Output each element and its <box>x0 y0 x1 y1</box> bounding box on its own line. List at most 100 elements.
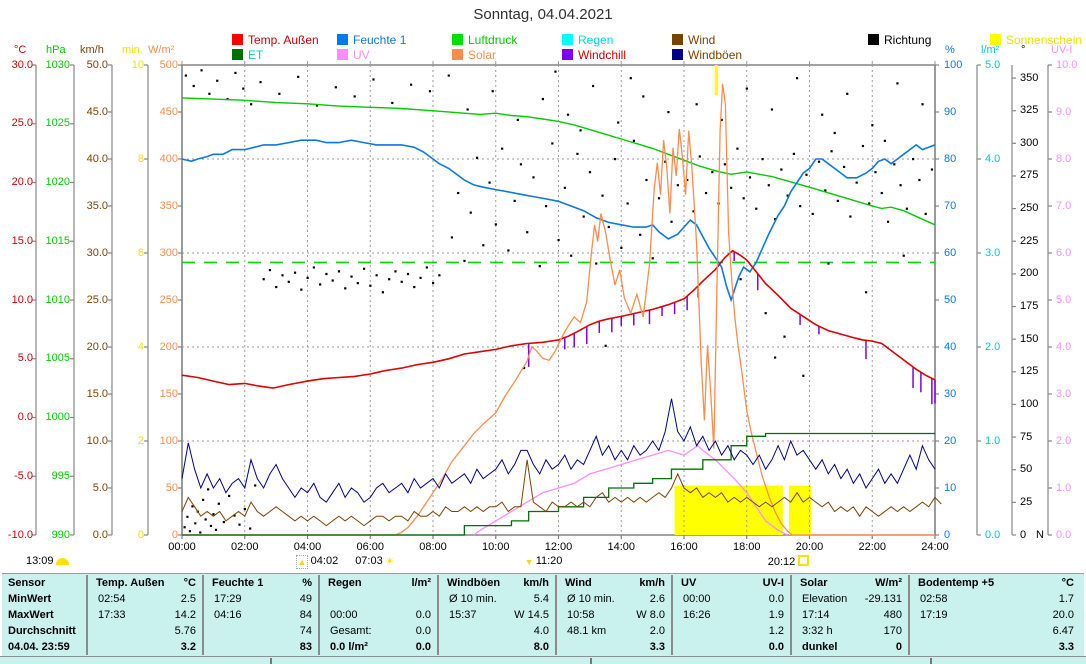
table-cell-value: 1.9 <box>769 608 784 622</box>
day-marker-time: 04:02 <box>311 555 339 567</box>
table-cell-value: -29.131 <box>865 592 902 606</box>
daylight-icon <box>56 558 69 565</box>
day-marker-time: 13:09 <box>26 555 54 567</box>
table-cell-label: Gesamt: <box>330 624 372 638</box>
day-markers-layer: 13:09 ▲ 04:02 07:03 ☀ ▼ 11:20 20:12 <box>0 0 1086 664</box>
table-group-uv: UV UV-I 00:00 0.0 16:26 1.9 1.2 0.0 <box>675 574 792 656</box>
table-cell-value: 0.0 <box>416 608 431 622</box>
table-cell-value: 49 <box>300 592 312 606</box>
day-marker-sunset: 20:12 <box>768 555 809 568</box>
day-marker-moonset: ▼ 11:20 <box>525 555 563 568</box>
table-cell-value: 74 <box>300 624 312 638</box>
table-cell-value: W 14.5 <box>514 608 549 622</box>
moonset-icon: ▼ <box>525 556 534 568</box>
day-marker-daylight-duration: 13:09 <box>26 555 69 567</box>
table-cell-label: 00:00 <box>683 592 711 606</box>
table-cell-value: 1.7 <box>1059 592 1074 606</box>
table-cell-value: 5.4 <box>534 592 549 606</box>
table-col-unit: % <box>302 576 312 590</box>
table-cell-value: 83 <box>300 640 312 654</box>
table-cell-value: 6.47 <box>1053 624 1074 638</box>
table-cell-label: 3:32 h <box>802 624 833 638</box>
table-cell-value: 84 <box>300 608 312 622</box>
table-cell-value: 0.0 <box>416 624 431 638</box>
table-cell-label: 02:58 <box>920 592 948 606</box>
table-cell-label: 02:54 <box>98 592 126 606</box>
table-cell-label: 48.1 km <box>567 624 606 638</box>
table-col-name: Windböen <box>447 576 500 590</box>
table-cell-value: 0.0 <box>416 640 431 654</box>
sunset-icon <box>798 555 809 566</box>
table-row-label: Sensor <box>8 576 45 590</box>
table-cell-value: 5.76 <box>175 624 196 638</box>
table-col-name: Wind <box>565 576 592 590</box>
table-cell-value: 2.0 <box>650 624 665 638</box>
table-col-name: Temp. Außen <box>96 576 164 590</box>
table-cell-label: 17:29 <box>214 592 242 606</box>
table-group-solar: SolarW/m²Elevation-29.13117:144803:32 h1… <box>794 574 910 656</box>
table-group-regen: Regenl/m²00:000.0Gesamt:0.00.0 l/m²0.0 <box>322 574 439 656</box>
table-col-name: Feuchte 1 <box>212 576 263 590</box>
table-cell-value: 1.2 <box>769 624 784 638</box>
table-cell-label: 15:37 <box>449 608 477 622</box>
table-cell-value: 0 <box>896 640 902 654</box>
table-cell-label: Ø 10 min. <box>567 592 615 606</box>
table-col-name: UV <box>681 576 696 590</box>
table-separator <box>437 575 439 655</box>
table-cell-label: 17:14 <box>802 608 830 622</box>
table-col-unit: °C <box>184 576 196 590</box>
table-row-label: Durchschnitt <box>8 624 76 638</box>
table-col-unit: UV-I <box>763 576 784 590</box>
day-marker-time: 07:03 <box>355 555 383 567</box>
table-cell-value: 0.0 <box>769 592 784 606</box>
table-separator <box>86 575 88 655</box>
table-cell-label: 04:16 <box>214 608 242 622</box>
day-marker-time: 20:12 <box>768 556 796 568</box>
table-row-label: 04.04. 23:59 <box>8 640 70 654</box>
table-cell-value: 3.2 <box>181 640 196 654</box>
table-group-sensor: SensorMinWertMaxWertDurchschnitt04.04. 2… <box>4 574 88 656</box>
table-group-wind: Windkm/hØ 10 min.2.610:58W 8.048.1 km2.0… <box>559 574 673 656</box>
table-cell-label: Elevation <box>802 592 847 606</box>
table-separator <box>202 575 204 655</box>
table-cell-value: 20.0 <box>1053 608 1074 622</box>
table-cell-label: 00:00 <box>330 608 358 622</box>
table-group-feuchte-1: Feuchte 1% 17:29 49 04:16 84 74 83 <box>206 574 320 656</box>
summary-table: SensorMinWertMaxWertDurchschnitt04.04. 2… <box>2 573 1084 656</box>
table-cell-label: 17:19 <box>920 608 948 622</box>
sunrise-icon: ☀ <box>385 556 395 568</box>
table-separator <box>318 575 320 655</box>
table-cell-label: 17:33 <box>98 608 126 622</box>
table-cell-value: 2.6 <box>650 592 665 606</box>
table-group-temp-au-en: Temp. Außen °C 02:54 2.5 17:33 14.2 5.76 3.2 <box>90 574 204 656</box>
table-col-name: Regen <box>328 576 362 590</box>
table-separator <box>671 575 673 655</box>
table-cell-value: 170 <box>884 624 902 638</box>
table-cell-label: 16:26 <box>683 608 711 622</box>
table-cell-value: 3.3 <box>1059 640 1074 654</box>
table-row-label: MinWert <box>8 592 51 606</box>
table-group-windb-en: Windböenkm/hØ 10 min.5.415:37W 14.54.08.… <box>441 574 557 656</box>
splitter-tick <box>590 658 592 664</box>
table-cell-label: 10:58 <box>567 608 595 622</box>
splitter-tick <box>270 658 272 664</box>
moonrise-icon: ▲ <box>296 555 309 569</box>
table-cell-value: 4.0 <box>534 624 549 638</box>
table-separator <box>790 575 792 655</box>
day-marker-sunrise: 07:03 ☀ <box>355 555 395 568</box>
table-col-name: Solar <box>800 576 828 590</box>
table-separator <box>555 575 557 655</box>
day-marker-time: 11:20 <box>536 555 563 567</box>
day-marker-dawn: ▲ 04:02 <box>296 555 339 569</box>
table-cell-value: 8.0 <box>534 640 549 654</box>
weather-day-chart-window: Sonntag, 04.04.2021 Temp. AußenFeuchte 1… <box>0 0 1086 664</box>
table-cell-value: 2.5 <box>181 592 196 606</box>
table-col-unit: °C <box>1062 576 1074 590</box>
table-cell-value: 3.3 <box>650 640 665 654</box>
table-col-unit: km/h <box>639 576 665 590</box>
table-separator <box>908 575 910 655</box>
table-col-unit: W/m² <box>875 576 902 590</box>
table-cell-value: 14.2 <box>175 608 196 622</box>
table-col-unit: km/h <box>523 576 549 590</box>
table-cell-value: 0.0 <box>769 640 784 654</box>
